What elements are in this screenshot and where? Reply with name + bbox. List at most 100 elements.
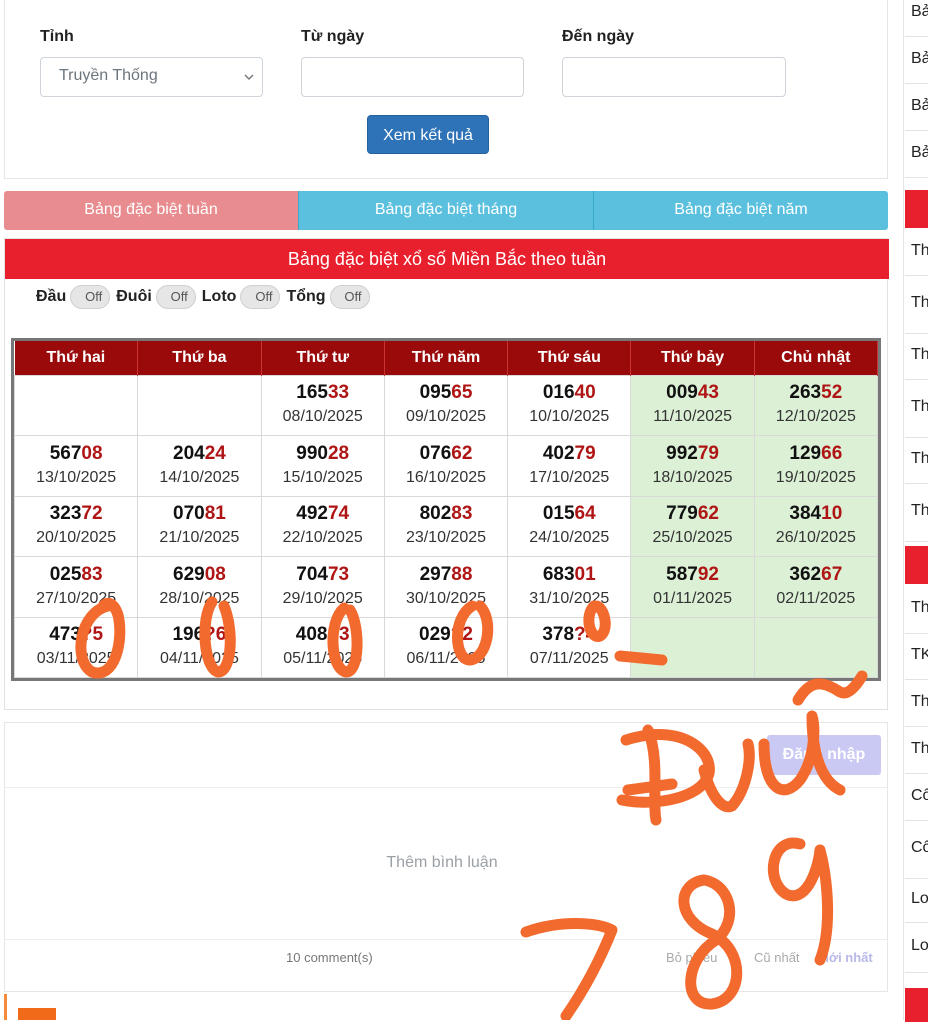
sidebar-link[interactable]: Bả bbox=[905, 0, 928, 37]
tab-weekly[interactable]: Bảng đặc biệt tuần bbox=[4, 191, 299, 230]
prize-number-tail: 43 bbox=[697, 382, 719, 404]
sidebar-link[interactable]: Th the bbox=[905, 484, 928, 542]
draw-date: 18/10/2025 bbox=[652, 468, 733, 486]
result-cell: 29788 30/10/2025 bbox=[383, 556, 509, 618]
draw-date: 30/10/2025 bbox=[405, 589, 487, 607]
sidebar-link[interactable]: Th lot bbox=[905, 276, 928, 334]
toggle-loto-switch[interactable]: Off bbox=[240, 285, 281, 309]
prize-number-head: 129 bbox=[789, 442, 822, 464]
prize-number-head: 076 bbox=[419, 442, 452, 464]
draw-date: 31/10/2025 bbox=[529, 589, 610, 607]
sidebar-link[interactable]: Th bbox=[905, 230, 928, 276]
main-content: Tỉnh Truyền Thống Từ ngày Đến ngày Xem k… bbox=[0, 0, 892, 1020]
prize-number-tail: 83 bbox=[451, 503, 473, 525]
sidebar-link[interactable]: Bả bbox=[905, 131, 928, 178]
table-row: 02583 27/10/2025 62908 28/10/2025 70473 29/10… bbox=[13, 556, 879, 618]
table-body: 16533 08/10/2025 09565 09/10/2025 01640 10/10… bbox=[13, 374, 879, 678]
prize-number-head: 629 bbox=[173, 563, 205, 585]
result-cell: 07662 16/10/2025 bbox=[383, 435, 509, 497]
table-row: 473?5 03/11/2025 196?6 04/11/2025 408?3 05/11… bbox=[13, 616, 879, 678]
sidebar-link[interactable]: Th bbox=[905, 586, 928, 634]
table-header-row: Thứ hai Thứ ba Thứ tư Thứ năm Thứ sáu Th… bbox=[14, 341, 879, 375]
prize-number-tail: 74 bbox=[327, 503, 350, 525]
result-cell: 49274 22/10/2025 bbox=[260, 495, 385, 557]
result-cell: 62908 28/10/2025 bbox=[137, 556, 262, 618]
tab-yearly[interactable]: Bảng đặc biệt năm bbox=[594, 191, 888, 230]
prize-number-tail: 83 bbox=[81, 563, 103, 585]
draw-date: 05/11/2025 bbox=[283, 650, 363, 668]
sidebar-link[interactable]: Th bbox=[905, 680, 928, 727]
sidebar-link[interactable]: Th bbox=[905, 727, 928, 774]
draw-date: 08/10/2025 bbox=[282, 408, 363, 426]
sort-oldest[interactable]: Cũ nhất bbox=[754, 950, 800, 965]
prize-number: 62908 bbox=[138, 564, 260, 586]
toggle-label-tong: Tổng bbox=[286, 288, 326, 305]
result-cell bbox=[137, 374, 262, 436]
draw-date: 26/10/2025 bbox=[775, 529, 856, 547]
to-date-input[interactable] bbox=[562, 57, 786, 97]
province-label: Tỉnh bbox=[40, 28, 74, 45]
prize-number-head: 402 bbox=[542, 442, 575, 464]
col-monday: Thứ hai bbox=[14, 341, 139, 375]
tab-monthly[interactable]: Bảng đặc biệt tháng bbox=[299, 191, 594, 230]
display-toggles: Đầu Off Đuôi Off Loto Off Tổng Off bbox=[36, 285, 376, 309]
prize-number: 58792 bbox=[631, 564, 753, 586]
result-cell: 40279 17/10/2025 bbox=[507, 435, 632, 497]
prize-number-tail: 62 bbox=[697, 503, 719, 525]
prize-number-head: 567 bbox=[49, 442, 82, 464]
login-button[interactable]: Đăng nhập bbox=[767, 735, 881, 775]
view-results-button[interactable]: Xem kết quả bbox=[367, 115, 489, 154]
result-cell: 70473 29/10/2025 bbox=[260, 556, 385, 618]
sidebar-link[interactable]: Cô bbox=[905, 774, 928, 821]
sidebar-section-header[interactable] bbox=[905, 988, 928, 1022]
results-table: Thứ hai Thứ ba Thứ tư Thứ năm Thứ sáu Th… bbox=[13, 341, 879, 678]
draw-date: 02/11/2025 bbox=[776, 589, 856, 607]
sidebar-link[interactable]: Bả bbox=[905, 84, 928, 131]
result-cell: 56708 13/10/2025 bbox=[13, 435, 139, 497]
prize-number-head: 070 bbox=[173, 503, 205, 525]
result-cell: 00943 11/10/2025 bbox=[630, 374, 755, 436]
chevron-down-icon bbox=[244, 74, 254, 80]
sidebar-link[interactable]: TK bbox=[905, 634, 928, 680]
sidebar-link[interactable]: Th bbox=[905, 438, 928, 484]
toggle-duoi-switch[interactable]: Off bbox=[155, 285, 196, 309]
sort-newest[interactable]: Mới nhất bbox=[818, 950, 873, 965]
prize-number-head: 683 bbox=[542, 563, 575, 585]
sidebar-link[interactable]: Th lot bbox=[905, 380, 928, 438]
prize-number-tail: 33 bbox=[327, 382, 350, 404]
sidebar-link[interactable]: Cô VI bbox=[905, 821, 928, 879]
prize-number-head: 704 bbox=[296, 563, 328, 585]
draw-date: 28/10/2025 bbox=[159, 589, 240, 607]
prize-number: 20424 bbox=[138, 443, 260, 465]
result-cell: 32372 20/10/2025 bbox=[13, 495, 139, 557]
result-cell: 36267 02/11/2025 bbox=[753, 556, 879, 618]
prize-number-head: 204 bbox=[173, 442, 205, 464]
draw-date: 01/11/2025 bbox=[653, 589, 732, 607]
toggle-dau-switch[interactable]: Off bbox=[70, 285, 111, 309]
period-tabs: Bảng đặc biệt tuần Bảng đặc biệt tháng B… bbox=[4, 191, 888, 230]
result-cell: 99279 18/10/2025 bbox=[630, 435, 755, 497]
prize-number-tail: 64 bbox=[574, 503, 596, 525]
from-date-input[interactable] bbox=[301, 57, 524, 97]
sidebar-link[interactable]: Bả bbox=[905, 37, 928, 84]
draw-date: 23/10/2025 bbox=[405, 529, 487, 547]
result-cell: 77962 25/10/2025 bbox=[630, 495, 755, 557]
toggle-tong-switch[interactable]: Off bbox=[329, 285, 370, 309]
sidebar-link[interactable]: Th bbox=[905, 334, 928, 380]
province-select[interactable]: Truyền Thống bbox=[40, 57, 263, 97]
sort-votes[interactable]: Bỏ phiếu bbox=[666, 950, 717, 965]
sidebar-link[interactable]: Lo ca bbox=[905, 923, 928, 973]
result-cell: 38410 26/10/2025 bbox=[753, 495, 879, 557]
result-cell: 16533 08/10/2025 bbox=[260, 374, 385, 436]
sidebar-section-header[interactable] bbox=[905, 546, 928, 584]
draw-date: 21/10/2025 bbox=[159, 529, 240, 547]
sidebar-section-header[interactable] bbox=[905, 190, 928, 228]
sidebar-link[interactable]: Lo bbox=[905, 879, 928, 923]
prize-number: 77962 bbox=[631, 503, 753, 525]
result-cell: 029?2 06/11/2025 bbox=[383, 616, 509, 678]
draw-date: 19/10/2025 bbox=[775, 468, 856, 486]
prize-number: 68301 bbox=[508, 564, 630, 586]
prize-number: 473?5 bbox=[15, 624, 137, 646]
col-thursday: Thứ năm bbox=[384, 341, 509, 375]
draw-date: 22/10/2025 bbox=[282, 529, 363, 547]
